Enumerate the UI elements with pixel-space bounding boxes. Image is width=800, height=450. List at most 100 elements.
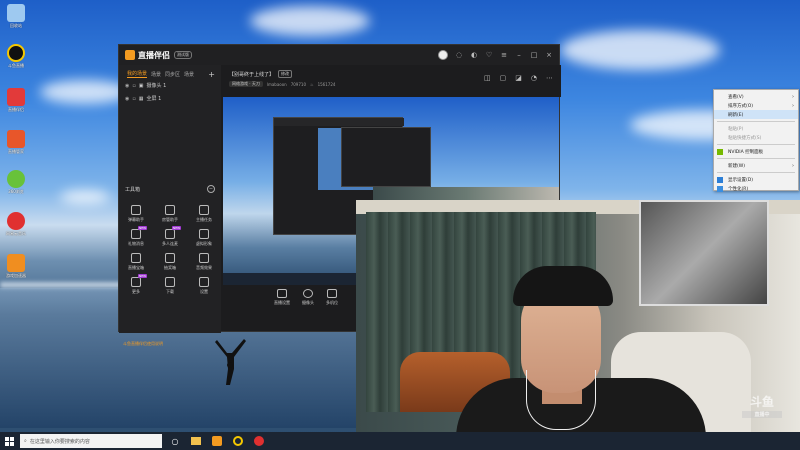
tool-item[interactable]: 直播宝箱: [119, 253, 153, 271]
menu-item-display-settings[interactable]: 显示设置(D): [714, 175, 798, 184]
maximize-icon[interactable]: □: [530, 51, 538, 59]
tool-item[interactable]: 设置: [187, 277, 221, 295]
source-row[interactable]: ◉ ▫ ▣ 摄像头 1: [119, 79, 221, 92]
desktop-icon-label: 360浏览: [8, 189, 24, 194]
tool-item[interactable]: NEW 礼物消息: [119, 226, 153, 247]
tool-item[interactable]: NEW 更多: [119, 274, 153, 295]
menu-item-nvidia[interactable]: NVIDIA 控制面板: [714, 147, 798, 156]
broadcast-icon: [277, 289, 287, 298]
menu-item-sort[interactable]: 排序方式(O) ›: [714, 101, 798, 110]
menu-label: 新建(W): [728, 163, 745, 169]
tool-grid: 弹幕助手 房管助手 主播任务 NEW 礼物消息 NEW 多人连麦 虚拟形象 直播宝箱…: [119, 205, 221, 295]
menu-item-paste[interactable]: 粘贴(P): [714, 124, 798, 133]
tool-label: 直播设置: [274, 300, 290, 305]
taskbar-app-2[interactable]: [230, 433, 246, 449]
task-view-button[interactable]: ○: [167, 433, 183, 449]
tool-item[interactable]: 房管助手: [153, 205, 187, 223]
menu-label: 粘贴快捷方式(S): [728, 135, 762, 141]
version-badge: 测试版: [174, 51, 192, 59]
music-icon: [254, 436, 264, 446]
heart-icon[interactable]: ♡: [485, 51, 493, 59]
fans-count: 1561724: [317, 81, 336, 87]
tool-item[interactable]: NEW 多人连麦: [153, 226, 187, 247]
source-row[interactable]: ◉ ▫ ▦ 全屏 1: [119, 92, 221, 105]
desktop-icon-app-3[interactable]: 直播管家: [3, 130, 29, 155]
menu-item-paste-shortcut[interactable]: 粘贴快捷方式(S): [714, 133, 798, 142]
multi-camera-button[interactable]: 多机位: [326, 289, 338, 306]
record-icon[interactable]: ◫: [484, 74, 491, 82]
menu-item-new[interactable]: 新建(W) ›: [714, 161, 798, 170]
nvidia-icon: [717, 148, 723, 155]
audio-icon: [199, 253, 209, 263]
recycle-bin-icon: [7, 4, 25, 22]
close-icon[interactable]: ×: [545, 51, 553, 59]
tool-item[interactable]: 抽奖箱: [153, 253, 187, 271]
taskbar-app-stream[interactable]: [209, 433, 225, 449]
tool-item[interactable]: 弹幕助手: [119, 205, 153, 223]
stream-settings-button[interactable]: 直播设置: [274, 289, 290, 306]
tool-label: 更多: [132, 289, 140, 294]
lock-icon[interactable]: ▫: [132, 83, 135, 89]
taskbar-app-music[interactable]: [251, 433, 267, 449]
minimize-icon[interactable]: –: [515, 51, 523, 59]
notice-text[interactable]: 斗鱼直播伴侣使用说明: [123, 341, 163, 347]
display-icon: [717, 176, 723, 183]
screenshot-icon[interactable]: ◪: [515, 74, 522, 82]
share-icon[interactable]: ⋯: [546, 74, 553, 82]
camera-icon: [303, 289, 313, 298]
tool-item[interactable]: 下载: [153, 277, 187, 295]
app-icon: [7, 44, 25, 62]
bell-icon[interactable]: ◔: [531, 74, 537, 82]
watermark-logo: 斗鱼 直播中: [742, 393, 782, 429]
edit-title-button[interactable]: 修改: [278, 70, 293, 78]
menu-item-view[interactable]: 查看(V) ›: [714, 92, 798, 101]
skin-icon[interactable]: ◐: [470, 51, 478, 59]
desktop-icon-app-4[interactable]: 360浏览: [3, 170, 29, 195]
tool-item[interactable]: 主播任务: [187, 205, 221, 223]
tool-item[interactable]: 音频效果: [187, 253, 221, 271]
desktop-icon-app-1[interactable]: 斗鱼直播: [3, 44, 29, 69]
tool-item[interactable]: 虚拟形象: [187, 229, 221, 247]
lock-icon[interactable]: ▫: [132, 96, 135, 102]
avatar[interactable]: [438, 50, 448, 60]
source-label: 摄像头 1: [146, 83, 167, 89]
chevron-right-icon: ›: [792, 102, 794, 109]
desktop-icon-label: 回收站: [10, 23, 22, 28]
earphone-cable: [526, 370, 596, 430]
menu-icon[interactable]: ≡: [500, 51, 508, 59]
menu-item-refresh[interactable]: 刷新(E): [714, 110, 798, 119]
lock-icon[interactable]: ▢: [500, 74, 507, 82]
desktop-icon-recycle-bin[interactable]: 回收站: [3, 4, 29, 29]
tool-label: 设置: [200, 289, 208, 294]
category-pill[interactable]: 网络游戏 · 天刀: [229, 81, 263, 87]
source-label: 全屏 1: [146, 96, 162, 102]
menu-label: 查看(V): [728, 94, 744, 100]
taskbar-search[interactable]: ⌕ 在这里输入你要搜索的内容: [20, 434, 162, 448]
eye-icon[interactable]: ◉: [125, 83, 129, 89]
tool-label: 弹幕助手: [128, 217, 144, 222]
menu-item-personalize[interactable]: 个性化(R): [714, 184, 798, 193]
tab-scene-2[interactable]: 同步区: [165, 71, 180, 78]
collapse-icon[interactable]: −: [207, 185, 215, 193]
camera-button[interactable]: 摄像头: [302, 289, 314, 306]
eye-icon[interactable]: ◉: [125, 96, 129, 102]
desktop-icon-app-2[interactable]: 直播伴侣: [3, 88, 29, 113]
tab-scene-1[interactable]: 场景: [151, 71, 161, 78]
taskbar-app-explorer[interactable]: [188, 433, 204, 449]
lottery-icon: [165, 253, 175, 263]
message-icon[interactable]: ◌: [455, 51, 463, 59]
tab-scene-3[interactable]: 场景: [184, 71, 194, 78]
start-button[interactable]: [0, 432, 18, 450]
desktop-icon-music[interactable]: 网易云音乐: [3, 212, 29, 237]
tab-scene-0[interactable]: 我的场景: [127, 70, 148, 78]
windows-icon: [4, 436, 14, 446]
desktop-icon-label: 直播管家: [8, 149, 24, 154]
stream-title: 【别哥终于上线了】: [229, 71, 275, 78]
new-badge: NEW: [172, 226, 182, 230]
add-scene-icon[interactable]: +: [208, 70, 215, 79]
cloud: [60, 190, 110, 204]
desktop-icon-app-5[interactable]: 游戏加速器: [3, 254, 29, 279]
menu-label: 排序方式(O): [728, 103, 754, 109]
logo-icon: [125, 50, 135, 60]
app-icon: [233, 436, 243, 446]
